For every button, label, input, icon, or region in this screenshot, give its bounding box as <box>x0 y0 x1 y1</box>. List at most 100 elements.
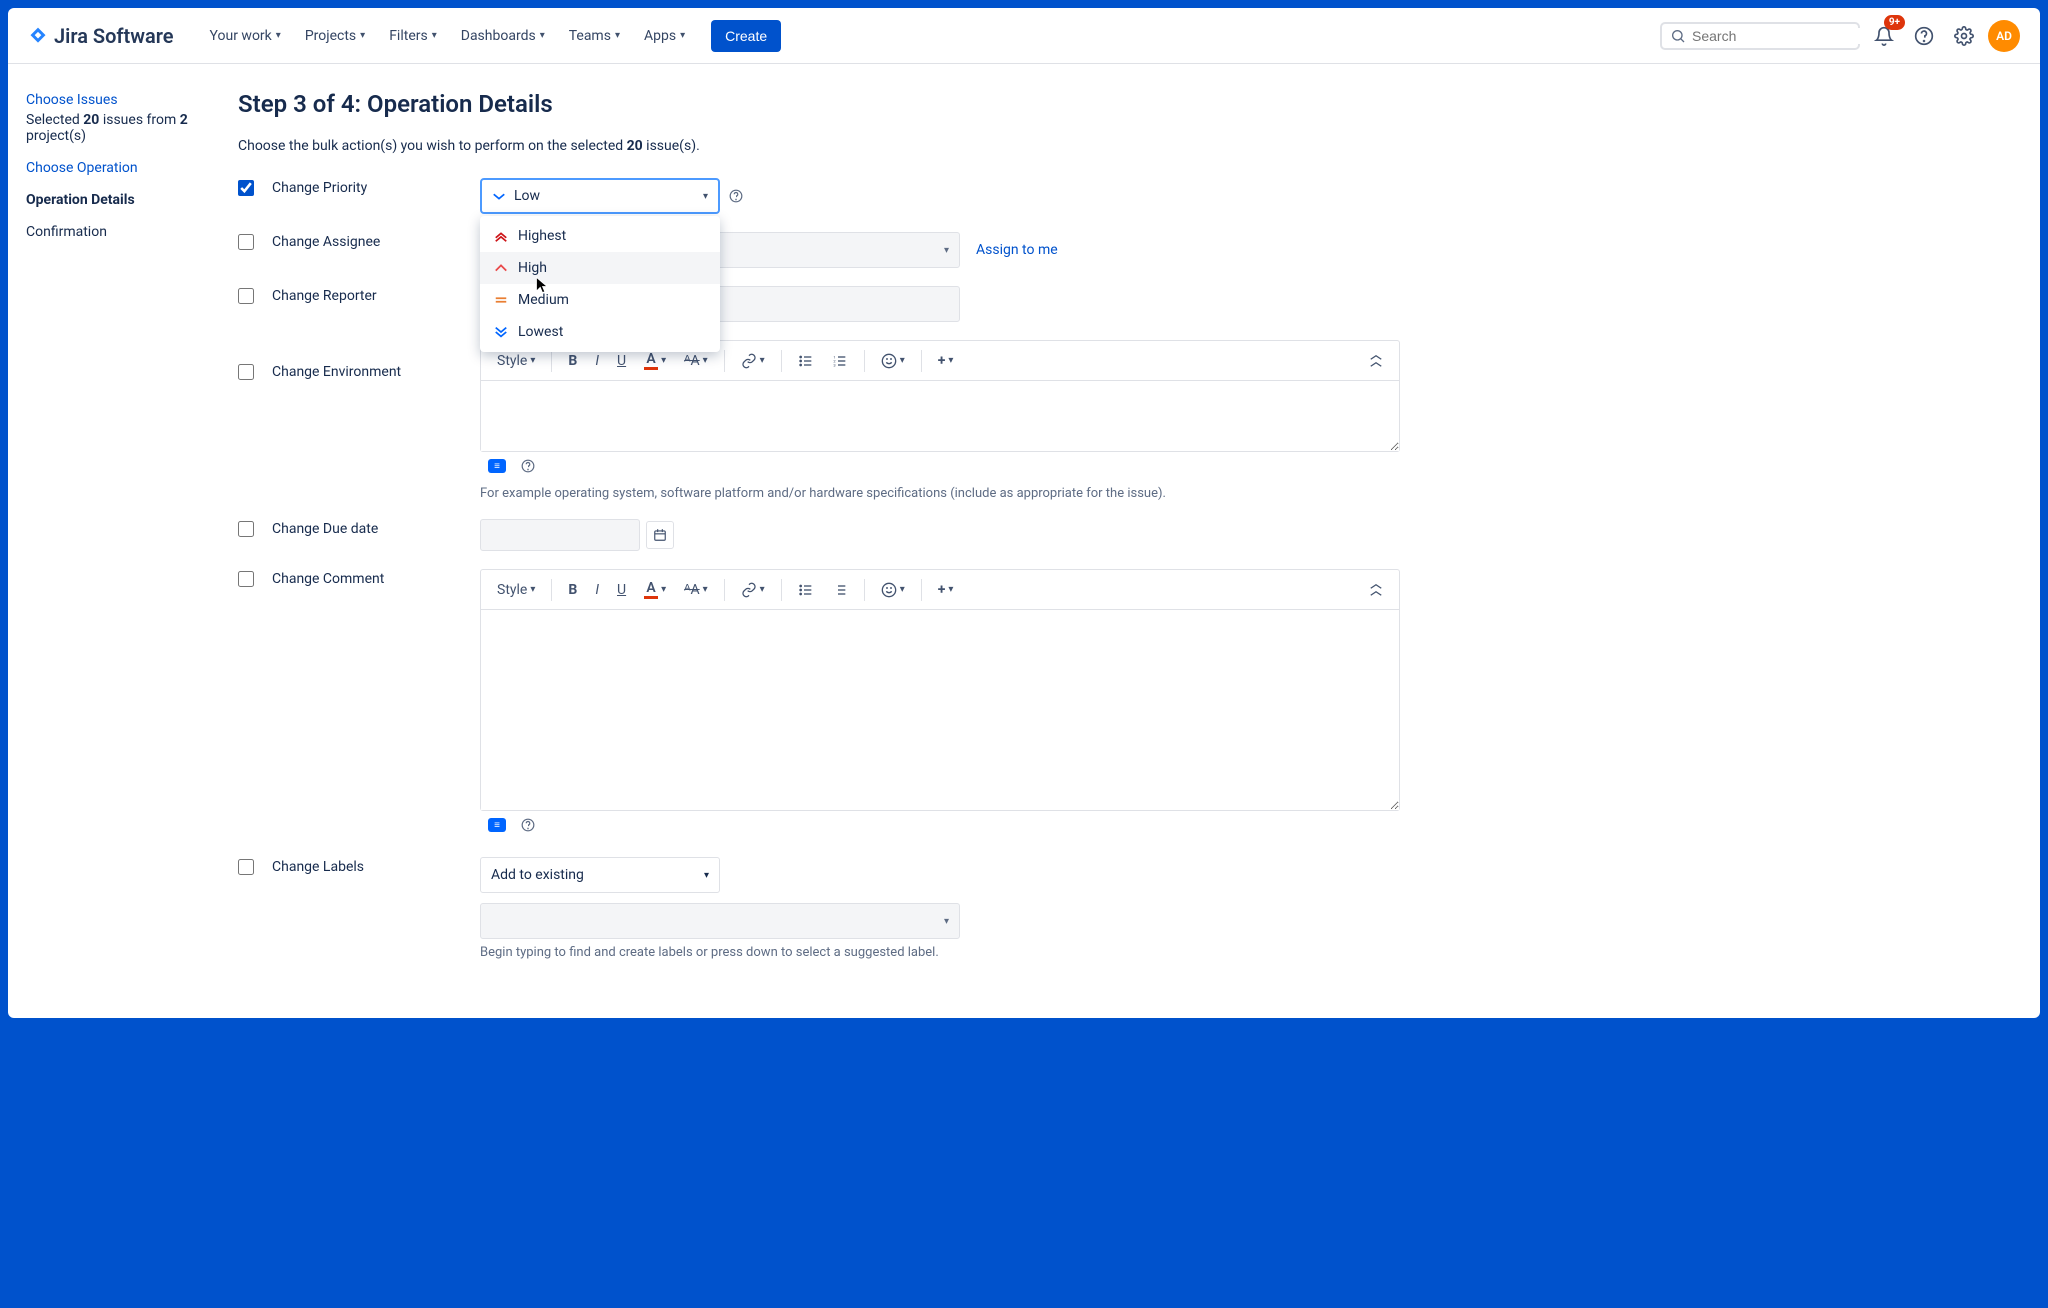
chevron-down-icon: ▾ <box>432 30 437 41</box>
toolbar-style[interactable]: Style▾ <box>491 578 541 602</box>
help-button[interactable] <box>1908 20 1940 52</box>
comment-textarea[interactable] <box>481 610 1399 810</box>
environment-editor: Style▾ B I U A▾ ᴬA▾ ▾ 123 <box>480 340 1400 452</box>
toolbar-italic[interactable]: I <box>589 349 605 373</box>
checkbox-change-duedate[interactable] <box>238 521 254 537</box>
row-change-environment: Change Environment Style▾ B I U A▾ ᴬA▾ <box>238 340 2008 501</box>
avatar[interactable]: AD <box>1988 20 2020 52</box>
row-change-duedate: Change Due date <box>238 519 2008 551</box>
checkbox-change-comment[interactable] <box>238 571 254 587</box>
chevron-down-icon: ▾ <box>360 30 365 41</box>
duedate-input[interactable] <box>480 519 640 551</box>
label-change-duedate: Change Due date <box>272 519 480 537</box>
checkbox-change-priority[interactable] <box>238 180 254 196</box>
calendar-button[interactable] <box>646 521 674 549</box>
priority-high-icon <box>494 261 508 275</box>
chevron-down-icon: ▾ <box>944 916 949 927</box>
priority-option-high[interactable]: High <box>480 252 720 284</box>
nav-projects[interactable]: Projects▾ <box>295 22 375 50</box>
label-change-environment: Change Environment <box>272 340 480 380</box>
search-box[interactable] <box>1660 22 1860 50</box>
toolbar-emoji[interactable]: ▾ <box>875 578 911 602</box>
nav-teams[interactable]: Teams▾ <box>559 22 630 50</box>
sidebar-step-choose-issues[interactable]: Choose Issues <box>26 92 218 108</box>
priority-selected-value: Low <box>514 188 540 204</box>
chevron-down-icon: ▾ <box>615 30 620 41</box>
toolbar-collapse[interactable] <box>1363 350 1389 372</box>
label-change-priority: Change Priority <box>272 178 480 196</box>
toolbar-emoji[interactable]: ▾ <box>875 349 911 373</box>
svg-text:3: 3 <box>833 362 835 367</box>
jira-icon <box>28 26 48 46</box>
toolbar-bold[interactable]: B <box>562 349 583 373</box>
comment-editor: Style▾ B I U A▾ ᴬA▾ ▾ <box>480 569 1400 811</box>
toolbar-bold[interactable]: B <box>562 578 583 602</box>
toolbar-bullet-list[interactable] <box>792 349 820 373</box>
toolbar-underline[interactable]: U <box>611 349 632 373</box>
help-icon[interactable] <box>728 188 744 204</box>
create-button[interactable]: Create <box>711 20 781 52</box>
help-icon[interactable] <box>520 458 536 474</box>
label-change-labels: Change Labels <box>272 857 480 875</box>
page-description: Choose the bulk action(s) you wish to pe… <box>238 138 2008 154</box>
checkbox-change-assignee[interactable] <box>238 234 254 250</box>
chevron-down-icon: ▾ <box>944 245 949 256</box>
toolbar-bullet-list[interactable] <box>792 578 820 602</box>
label-change-assignee: Change Assignee <box>272 232 480 250</box>
wiki-markup-icon[interactable]: ≡ <box>488 459 506 473</box>
toolbar-clear-format[interactable]: ᴬA▾ <box>678 577 714 602</box>
nav-apps[interactable]: Apps▾ <box>634 22 695 50</box>
wiki-markup-icon[interactable]: ≡ <box>488 818 506 832</box>
priority-lowest-icon <box>494 325 508 339</box>
search-input[interactable] <box>1692 28 1873 44</box>
labels-mode-select[interactable]: Add to existing ▾ <box>480 857 720 893</box>
checkbox-change-labels[interactable] <box>238 859 254 875</box>
priority-select[interactable]: Low ▾ <box>480 178 720 214</box>
environment-textarea[interactable] <box>481 381 1399 451</box>
toolbar-insert[interactable]: +▾ <box>932 578 960 602</box>
sidebar-step-operation-details: Operation Details <box>26 192 218 208</box>
toolbar-insert[interactable]: +▾ <box>932 349 960 373</box>
checkbox-change-environment[interactable] <box>238 364 254 380</box>
nav-items: Your work▾ Projects▾ Filters▾ Dashboards… <box>200 22 696 50</box>
labels-value-select[interactable]: ▾ <box>480 903 960 939</box>
priority-medium-icon <box>494 293 508 307</box>
priority-option-medium[interactable]: Medium <box>480 284 720 316</box>
sidebar-step-confirmation: Confirmation <box>26 224 218 240</box>
notifications-button[interactable]: 9+ <box>1868 20 1900 52</box>
product-name: Jira Software <box>54 24 174 48</box>
app-window: Jira Software Your work▾ Projects▾ Filte… <box>8 8 2040 1018</box>
toolbar-number-list[interactable] <box>826 578 854 602</box>
help-icon[interactable] <box>520 817 536 833</box>
priority-option-highest[interactable]: Highest <box>480 220 720 252</box>
chevron-down-icon: ▾ <box>704 870 709 881</box>
toolbar-collapse[interactable] <box>1363 579 1389 601</box>
toolbar-italic[interactable]: I <box>589 578 605 602</box>
checkbox-change-reporter[interactable] <box>238 288 254 304</box>
label-change-reporter: Change Reporter <box>272 286 480 304</box>
priority-dropdown: Highest High Medium Lowest <box>480 216 720 352</box>
product-logo[interactable]: Jira Software <box>28 24 174 48</box>
priority-highest-icon <box>494 229 508 243</box>
labels-hint: Begin typing to find and create labels o… <box>480 945 2008 960</box>
nav-filters[interactable]: Filters▾ <box>379 22 447 50</box>
assign-to-me-link[interactable]: Assign to me <box>976 242 1058 258</box>
toolbar-style[interactable]: Style▾ <box>491 349 541 373</box>
main-content: Step 3 of 4: Operation Details Choose th… <box>218 64 2040 1018</box>
wizard-sidebar: Choose Issues Selected 20 issues from 2 … <box>8 64 218 1018</box>
editor-toolbar: Style▾ B I U A▾ ᴬA▾ ▾ <box>481 570 1399 610</box>
toolbar-link[interactable]: ▾ <box>735 578 771 602</box>
search-icon <box>1670 28 1686 44</box>
nav-dashboards[interactable]: Dashboards▾ <box>451 22 555 50</box>
nav-your-work[interactable]: Your work▾ <box>200 22 291 50</box>
priority-option-lowest[interactable]: Lowest <box>480 316 720 348</box>
toolbar-link[interactable]: ▾ <box>735 349 771 373</box>
settings-button[interactable] <box>1948 20 1980 52</box>
toolbar-underline[interactable]: U <box>611 578 632 602</box>
page-title: Step 3 of 4: Operation Details <box>238 90 2008 118</box>
toolbar-text-color[interactable]: A▾ <box>638 576 672 603</box>
sidebar-step-choose-operation[interactable]: Choose Operation <box>26 160 218 176</box>
notification-badge: 9+ <box>1884 15 1905 30</box>
row-change-priority: Change Priority Low ▾ <box>238 178 2008 214</box>
toolbar-number-list[interactable]: 123 <box>826 349 854 373</box>
